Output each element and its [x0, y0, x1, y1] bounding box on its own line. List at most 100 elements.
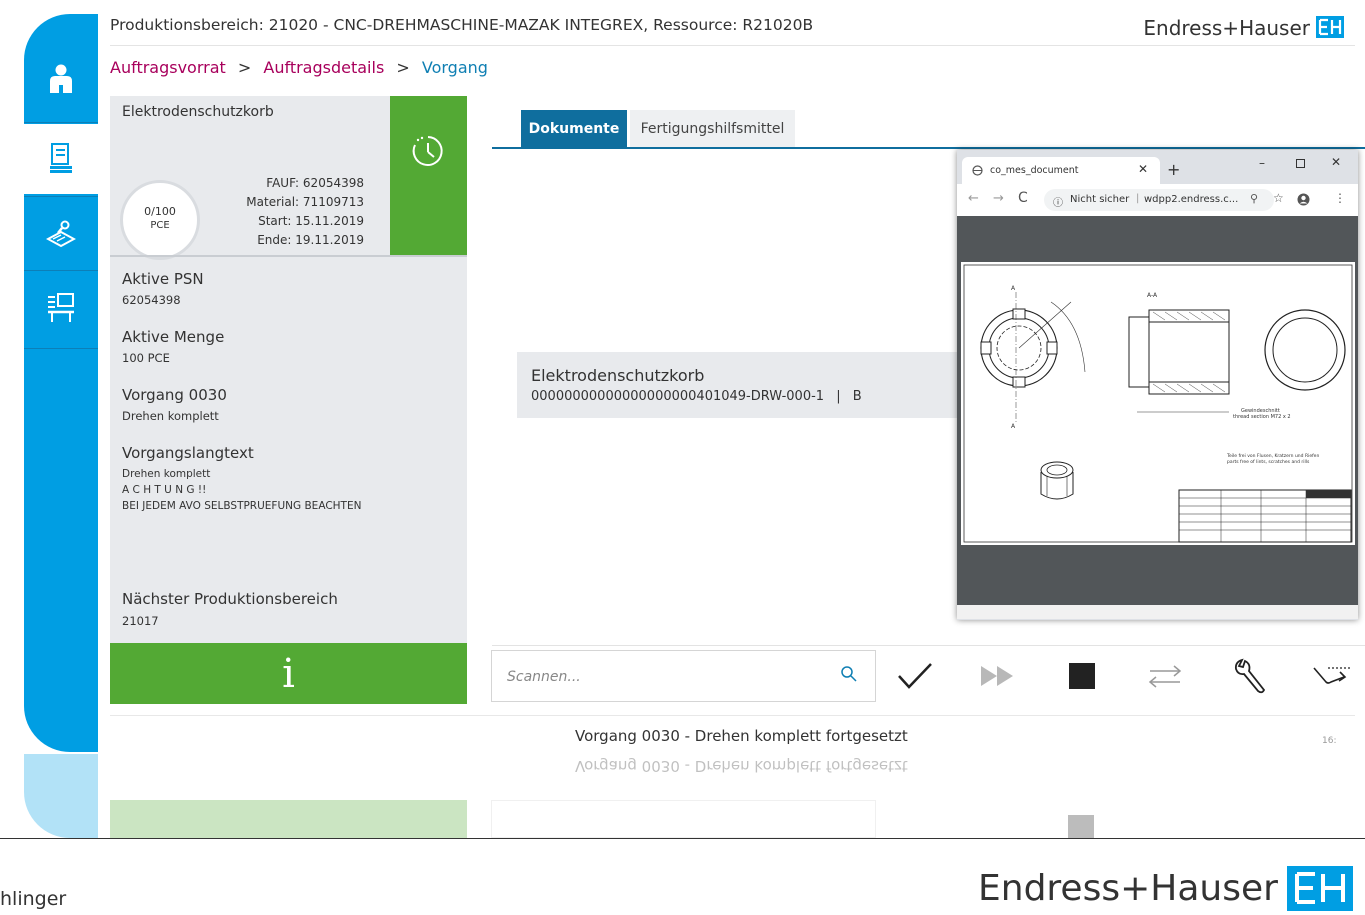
- workstation-icon: [48, 293, 74, 322]
- sidebar-divider: [24, 122, 98, 123]
- toolbar-divider: [492, 645, 1365, 646]
- scan-placeholder: Scannen...: [507, 669, 581, 685]
- langtext-line-3: BEI JEDEM AVO SELBSTPRUEFUNG BEACHTEN: [122, 500, 362, 512]
- tab-dokumente[interactable]: Dokumente: [521, 110, 627, 148]
- info-button[interactable]: i: [110, 643, 467, 704]
- progress-circle: 0/100 PCE: [120, 180, 200, 260]
- reflection-info-bar: [110, 800, 467, 838]
- zoom-icon[interactable]: ⚲: [1250, 192, 1258, 205]
- security-label: Nicht sicher: [1070, 194, 1130, 205]
- card-divider: [110, 255, 467, 257]
- order-name: Elektrodenschutzkorb: [122, 104, 274, 120]
- continue-button[interactable]: [968, 650, 1028, 702]
- skip-button[interactable]: [1302, 650, 1362, 702]
- menu-icon[interactable]: ⋮: [1334, 191, 1346, 205]
- checkmark-icon: [898, 663, 932, 689]
- psn-label: Aktive PSN: [122, 270, 204, 288]
- svg-text:A: A: [1011, 285, 1016, 292]
- sidebar-item-tools[interactable]: [24, 214, 98, 254]
- surface-note: Teile frei von Flusen, Kratzern und Rief…: [1226, 453, 1319, 459]
- breadcrumb-separator: >: [237, 58, 252, 77]
- pdf-scrollbar[interactable]: [957, 605, 1358, 619]
- new-tab-icon[interactable]: +: [1167, 160, 1180, 179]
- vorgang-value: Drehen komplett: [122, 409, 219, 423]
- user-icon: [50, 64, 72, 93]
- fast-forward-icon: [981, 666, 1013, 686]
- address-bar[interactable]: ⓘ Nicht sicher | wdpp2.endress.c...: [1044, 189, 1274, 211]
- breadcrumb: Auftragsvorrat > Auftragsdetails > Vorga…: [110, 58, 488, 77]
- url-text: wdpp2.endress.c...: [1144, 194, 1239, 205]
- order-meta: FAUF: 62054398 Material: 71109713 Start:…: [200, 174, 364, 250]
- next-area-value: 21017: [122, 614, 159, 628]
- reflection-status: Vorgang 0030 - Drehen komplett fortgeset…: [575, 757, 908, 775]
- start-label: Start:: [258, 214, 292, 228]
- sidebar-divider: [24, 196, 98, 197]
- breadcrumb-auftragsvorrat[interactable]: Auftragsvorrat: [110, 58, 226, 77]
- status-message: Vorgang 0030 - Drehen komplett fortgeset…: [575, 727, 908, 745]
- breadcrumb-auftragsdetails[interactable]: Auftragsdetails: [263, 58, 384, 77]
- globe-icon: [972, 165, 983, 176]
- menge-value: 100 PCE: [122, 351, 170, 365]
- account-icon[interactable]: [1297, 193, 1310, 206]
- thread-note-en: thread section M72 x 2: [1233, 414, 1291, 420]
- document-list-item[interactable]: [517, 352, 977, 418]
- footer-logo: [1287, 866, 1353, 911]
- tab-fertigungshilfsmittel[interactable]: Fertigungshilfsmittel: [630, 110, 795, 148]
- search-icon[interactable]: [840, 665, 858, 683]
- info-circle-icon: ⓘ: [1053, 198, 1063, 209]
- tab-underline: [492, 147, 1365, 149]
- langtext-line-2: A C H T U N G !!: [122, 484, 207, 496]
- breadcrumb-separator: >: [396, 58, 410, 77]
- skip-icon: [1313, 667, 1350, 684]
- browser-tab[interactable]: co_mes_document ✕: [962, 157, 1160, 184]
- forward-icon[interactable]: →: [993, 191, 1004, 206]
- reload-icon[interactable]: C: [1018, 190, 1028, 206]
- langtext-line-1: Drehen komplett: [122, 468, 211, 480]
- brand-logo: [1316, 16, 1344, 38]
- header-divider: [110, 45, 1355, 46]
- psn-value: 62054398: [122, 293, 181, 307]
- reflection-stop: [1068, 815, 1094, 838]
- star-icon[interactable]: ☆: [1273, 191, 1284, 205]
- confirm-button[interactable]: [885, 650, 945, 702]
- sidebar-item-user[interactable]: [24, 58, 98, 98]
- tools-button[interactable]: [1219, 650, 1279, 702]
- material-value: 71109713: [302, 195, 364, 209]
- tools-layers-icon: [46, 220, 76, 248]
- close-window-icon[interactable]: ✕: [1331, 155, 1341, 169]
- minimize-icon[interactable]: –: [1259, 156, 1265, 170]
- surface-note-en: parts free of lints, scratches and rills: [1227, 459, 1310, 465]
- document-revision: B: [852, 389, 862, 404]
- fauf-value: 62054398: [302, 176, 364, 190]
- document-number: 00000000000000000000401049-DRW-000-1: [531, 389, 825, 404]
- progress-unit: PCE: [150, 220, 170, 231]
- svg-text:A: A: [1011, 423, 1016, 430]
- menge-label: Aktive Menge: [122, 328, 225, 346]
- clock-icon: [412, 136, 443, 166]
- url-separator: |: [1136, 193, 1140, 204]
- sidebar-divider: [24, 348, 98, 349]
- maximize-icon[interactable]: [1296, 159, 1305, 168]
- info-icon: i: [282, 650, 295, 697]
- page-title: Produktionsbereich: 21020 - CNC-DREHMASC…: [110, 16, 814, 34]
- sidebar-item-workstation[interactable]: [24, 288, 98, 328]
- section-label: A-A: [1147, 292, 1158, 299]
- document-stack-icon: [50, 143, 72, 173]
- document-number-line: 00000000000000000000401049-DRW-000-1 | B: [531, 389, 862, 404]
- footer-brand: Endress+Hauser: [978, 868, 1278, 909]
- close-tab-icon[interactable]: ✕: [1138, 162, 1148, 176]
- back-icon[interactable]: ←: [968, 191, 979, 206]
- document-separator: |: [836, 389, 841, 404]
- swap-icon: [1148, 665, 1182, 688]
- status-panel[interactable]: [390, 96, 467, 255]
- status-time: 16:: [1322, 736, 1337, 746]
- browser-tab-title: co_mes_document: [990, 165, 1079, 176]
- end-value: 19.11.2019: [295, 233, 364, 247]
- next-area-label: Nächster Produktionsbereich: [122, 590, 338, 608]
- stop-button[interactable]: [1052, 650, 1112, 702]
- langtext-label: Vorgangslangtext: [122, 444, 254, 462]
- slide-divider: [0, 838, 1365, 839]
- sidebar-item-documents[interactable]: [24, 138, 98, 178]
- technical-drawing: A A A-A Gewindeschnitt thread section M7…: [961, 262, 1355, 545]
- swap-button[interactable]: [1135, 650, 1195, 702]
